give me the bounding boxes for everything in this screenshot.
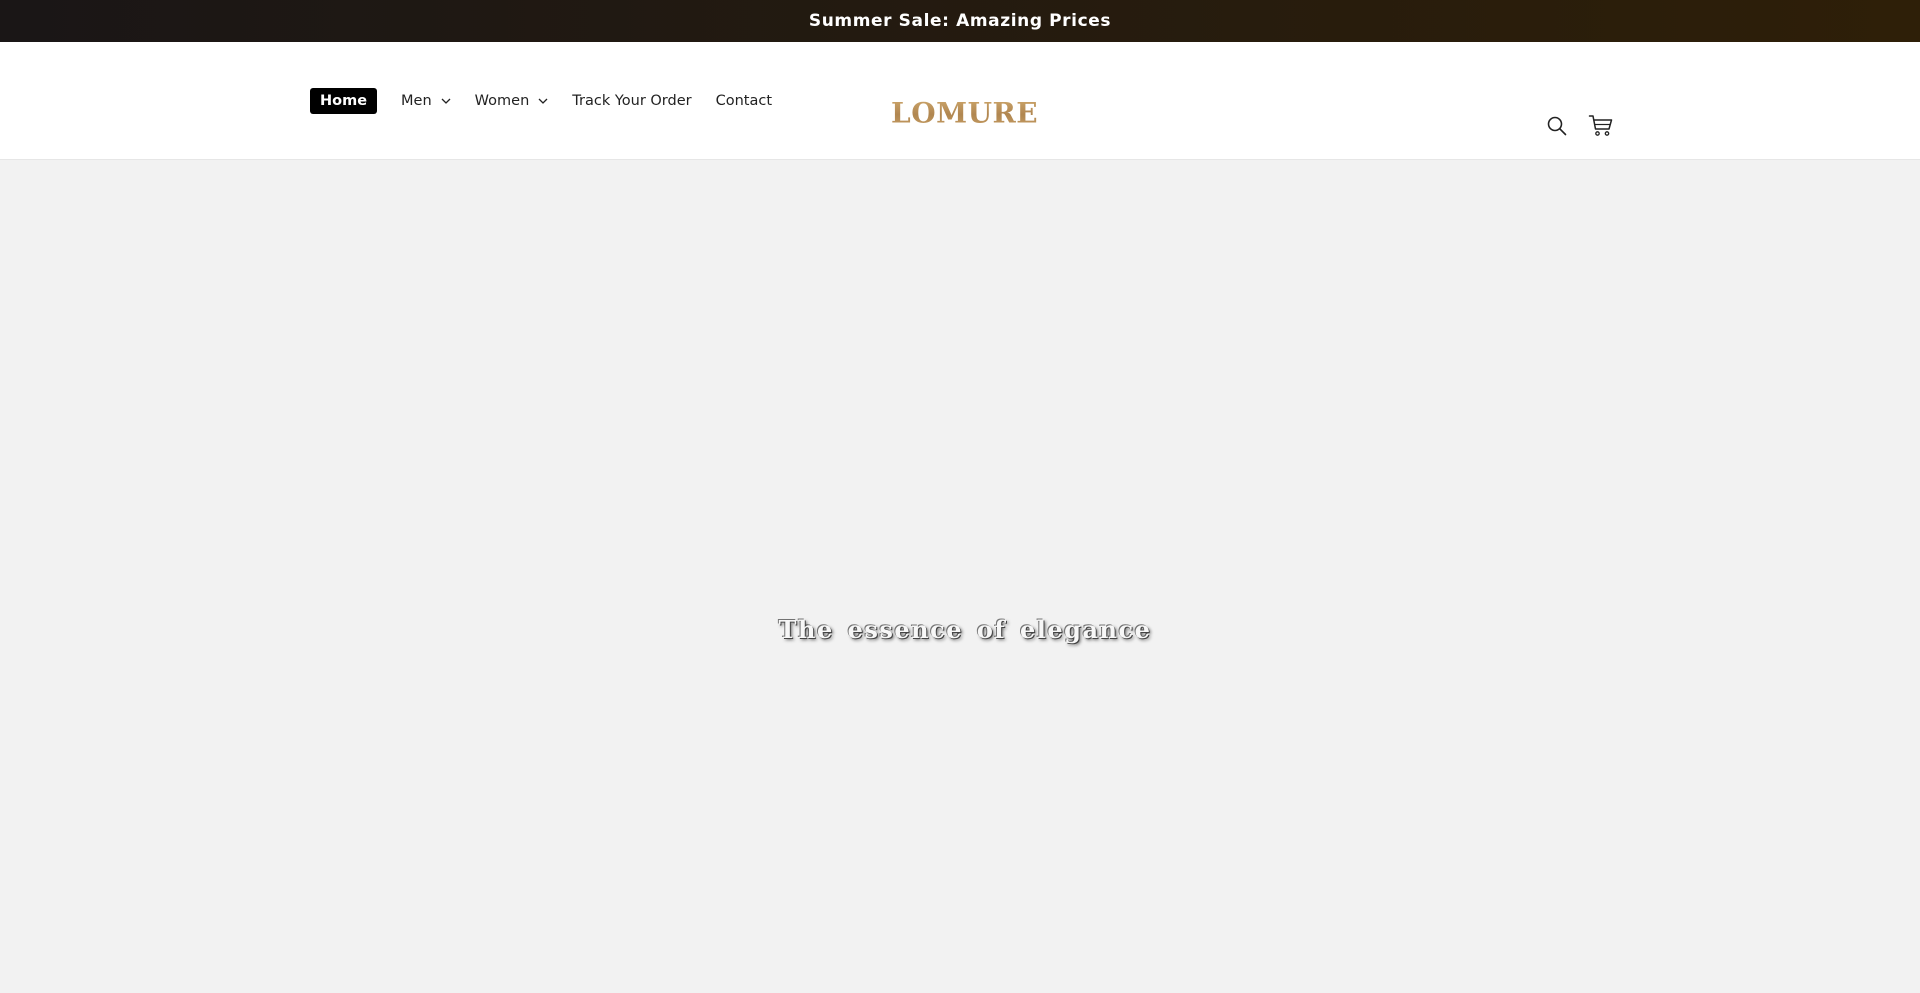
announcement-text: Summer Sale: Amazing Prices: [808, 11, 1112, 31]
search-icon[interactable]: [1542, 111, 1572, 141]
nav-item-label: Women: [474, 93, 530, 109]
hero-banner: The essence of elegance: [0, 160, 1920, 993]
site-header: Home Men Women Track Your Order Contact …: [0, 42, 1920, 160]
chevron-down-icon: [441, 96, 451, 106]
nav-item-label: Contact: [715, 93, 773, 109]
nav-item-label: Men: [401, 93, 432, 109]
nav-item-label: Home: [320, 93, 368, 109]
header-icons: [1542, 111, 1616, 141]
chevron-down-icon: [538, 96, 548, 106]
site-logo[interactable]: LOMURE: [891, 97, 1038, 130]
nav-item-women[interactable]: Women: [475, 88, 549, 114]
announcement-bar: Summer Sale: Amazing Prices: [0, 0, 1920, 42]
nav-item-men[interactable]: Men: [401, 88, 451, 114]
nav-item-contact[interactable]: Contact: [716, 88, 772, 114]
hero-title: The essence of elegance: [778, 615, 1152, 644]
nav-item-home[interactable]: Home: [310, 88, 378, 114]
main-nav: Home Men Women Track Your Order Contact: [310, 88, 796, 114]
nav-item-track-order[interactable]: Track Your Order: [572, 88, 691, 114]
cart-icon[interactable]: [1586, 111, 1616, 141]
nav-item-label: Track Your Order: [572, 93, 692, 109]
